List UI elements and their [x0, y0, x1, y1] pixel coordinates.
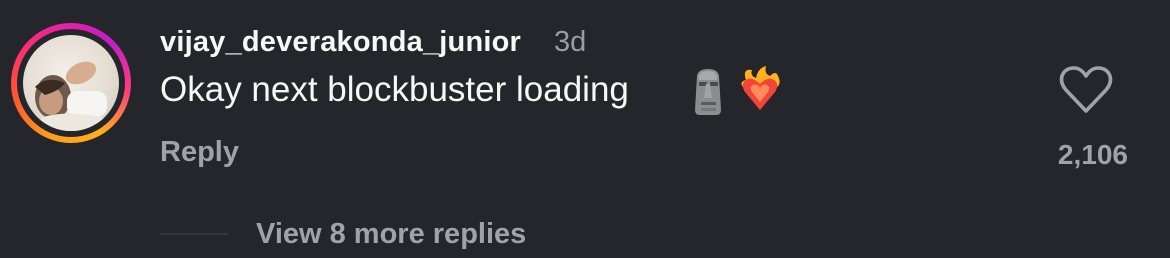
view-more-replies-button[interactable]: View 8 more replies: [256, 218, 526, 251]
replies-divider: [160, 233, 228, 235]
like-button[interactable]: [1058, 64, 1114, 116]
reply-button[interactable]: Reply: [160, 136, 239, 169]
heart-on-fire-emoji-icon: [741, 66, 780, 110]
avatar-image: [33, 61, 109, 131]
like-count: 2,106: [1057, 139, 1128, 170]
avatar[interactable]: [11, 23, 131, 143]
heart-outline-icon: [1059, 66, 1113, 113]
avatar-photo: [23, 35, 119, 131]
comment-username[interactable]: vijay_deverakonda_junior: [160, 26, 521, 59]
moai-emoji-icon: [695, 69, 721, 115]
comment-timestamp: 3d: [554, 26, 587, 58]
comment-text: Okay next blockbuster loading: [160, 70, 629, 109]
